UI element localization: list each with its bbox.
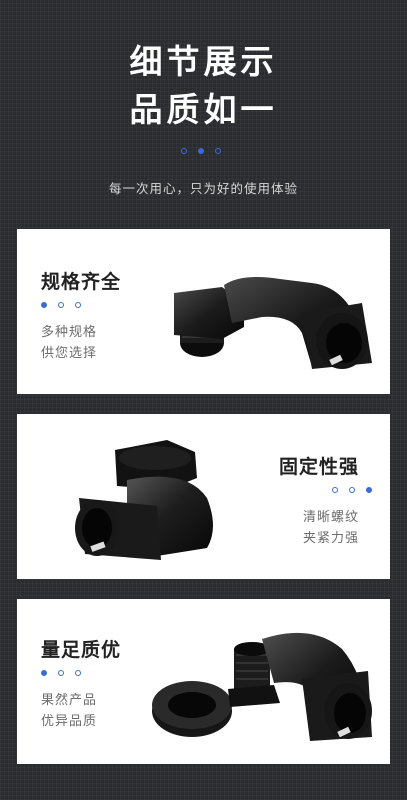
- card-line1: 果然产品: [41, 693, 98, 708]
- hero-subtitle: 每一次用心，只为好的使用体验: [108, 181, 298, 196]
- dot: [332, 487, 338, 493]
- feature-card-fixation: 固定性强 清晰螺纹 夹紧力强: [17, 414, 390, 579]
- dot-active: [41, 670, 47, 676]
- card-line2: 夹紧力强: [303, 531, 360, 546]
- card-dots: [41, 670, 81, 676]
- dot: [75, 670, 81, 676]
- dot: [181, 148, 187, 154]
- card-dots: [41, 302, 81, 308]
- dot: [349, 487, 355, 493]
- card-line2: 供您选择: [41, 346, 98, 361]
- card-title: 规格齐全: [41, 271, 122, 293]
- product-image-elbow-angle-view: [75, 440, 213, 560]
- dot-active: [198, 148, 204, 154]
- product-image-elbow-with-locknut: [152, 632, 372, 741]
- dot: [215, 148, 221, 154]
- hero-dots: [181, 148, 221, 154]
- product-image-elbow-fitting: [174, 277, 372, 369]
- dot-active: [41, 302, 47, 308]
- card-title: 量足质优: [41, 639, 122, 661]
- hero-title-line2: 品质如一: [129, 90, 278, 129]
- card-line2: 优异品质: [41, 714, 98, 729]
- feature-card-specs: 规格齐全 多种规格 供您选择: [17, 229, 390, 394]
- dot: [58, 302, 64, 308]
- hero-title-line1: 细节展示: [129, 42, 278, 81]
- dot: [75, 302, 81, 308]
- hero-section: 细节展示 品质如一 每一次用心，只为好的使用体验: [0, 0, 407, 225]
- feature-card-quality: 量足质优 果然产品 优异品质: [17, 599, 390, 764]
- card-dots: [332, 487, 372, 493]
- card-title: 固定性强: [279, 456, 360, 478]
- dot: [58, 670, 64, 676]
- card-line1: 清晰螺纹: [303, 510, 360, 525]
- card-line1: 多种规格: [41, 325, 98, 340]
- dot-active: [366, 487, 372, 493]
